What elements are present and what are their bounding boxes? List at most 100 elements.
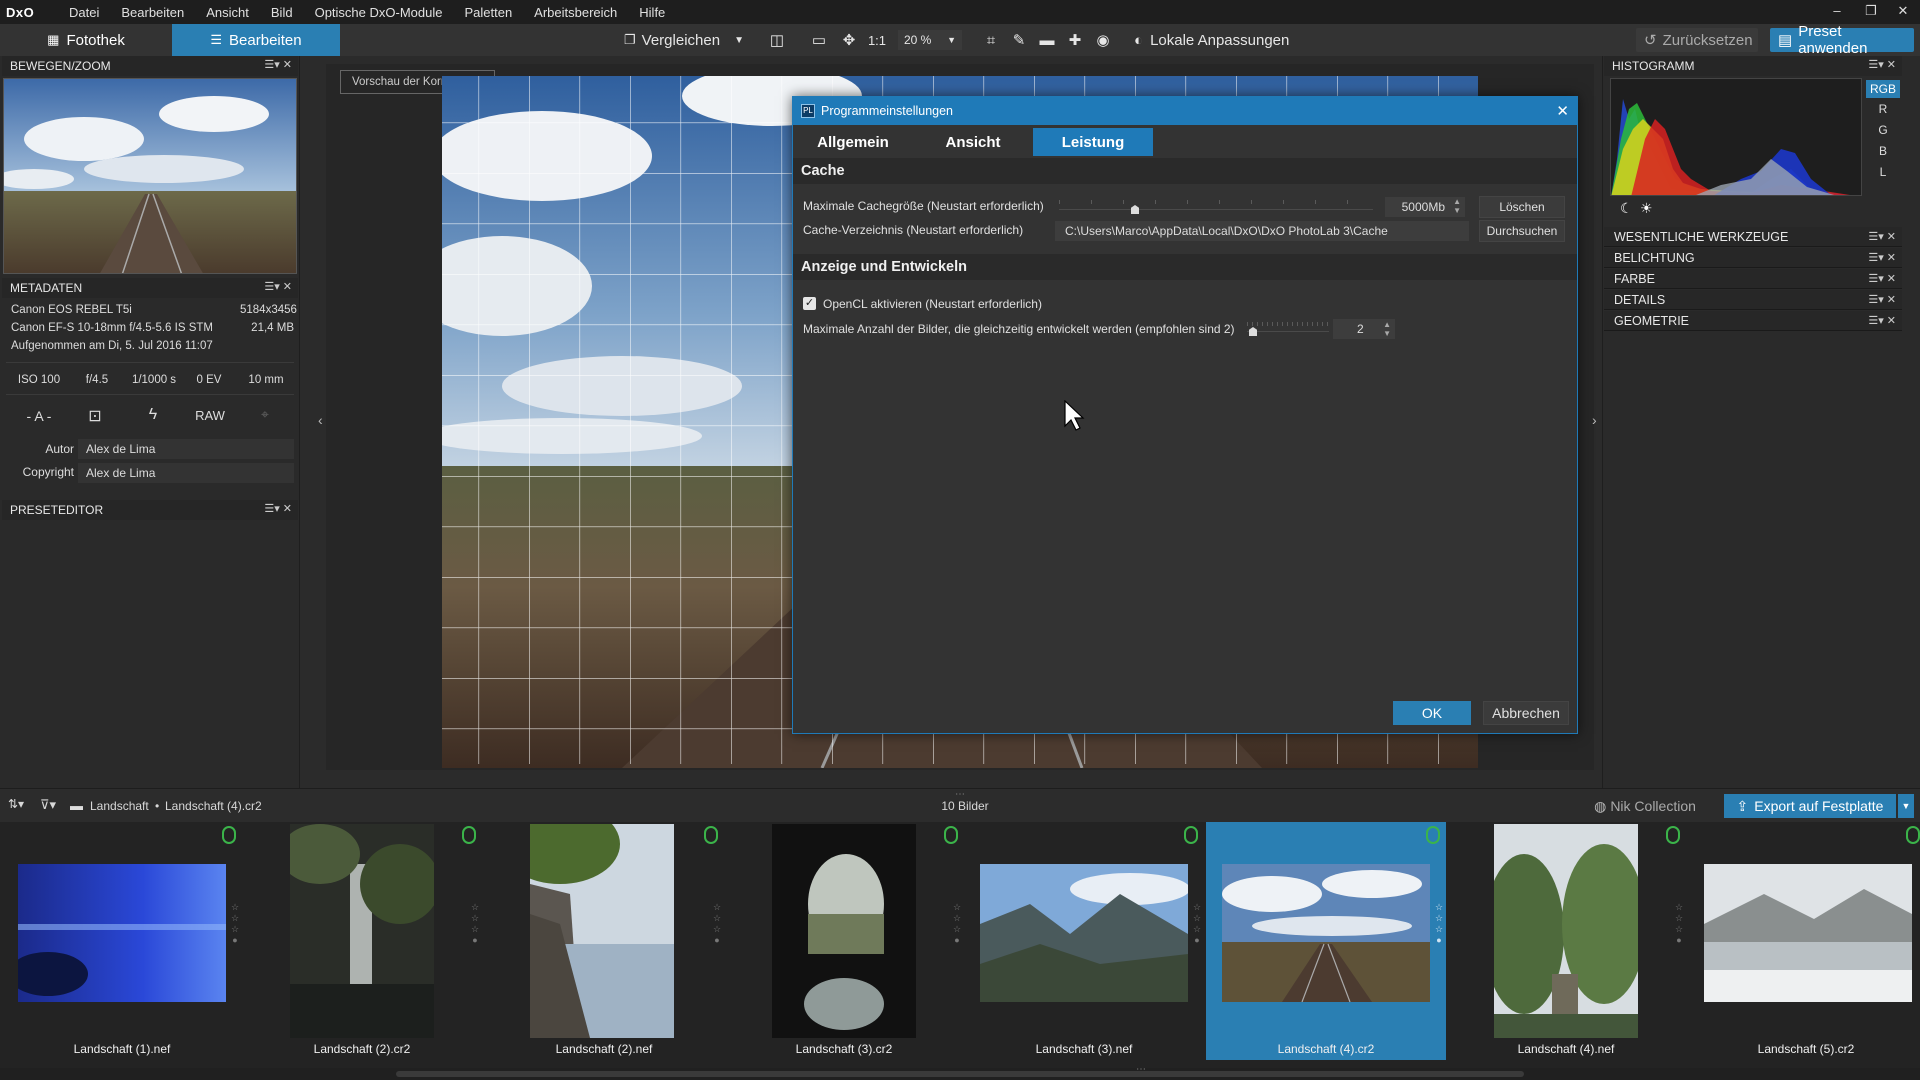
tab-leistung[interactable]: Leistung <box>1033 128 1153 156</box>
channel-b[interactable]: B <box>1866 144 1900 158</box>
reset-button[interactable]: ↺ Zurücksetzen <box>1636 28 1758 52</box>
crop-icon[interactable]: ⌗ <box>980 30 1002 50</box>
apply-preset-button[interactable]: ▤ Preset anwenden <box>1770 23 1914 57</box>
sort-icon[interactable]: ⇅▾ <box>8 797 24 811</box>
white-balance-picker-icon[interactable]: ✎ <box>1008 30 1030 50</box>
minimize-button[interactable]: – <box>1822 0 1852 24</box>
horizon-icon[interactable]: ▬ <box>1036 30 1058 50</box>
filmstrip-scrollbar[interactable]: ⋯ <box>0 1064 1920 1080</box>
close-window-button[interactable]: ✕ <box>1888 0 1918 24</box>
tab-allgemein[interactable]: Allgemein <box>793 128 913 156</box>
panel-menu-close-icon[interactable]: ☰▾ ✕ <box>1868 58 1896 71</box>
channel-g[interactable]: G <box>1866 123 1900 137</box>
ok-button[interactable]: OK <box>1393 701 1471 725</box>
opencl-checkbox[interactable]: ✓ <box>803 297 816 310</box>
resize-handle-icon[interactable]: ⋯ <box>1136 1064 1146 1075</box>
copyright-field[interactable]: Alex de Lima <box>78 463 294 483</box>
pin-icon[interactable] <box>462 826 476 844</box>
move-icon[interactable]: ✥ <box>838 30 860 50</box>
menu-arbeitsbereich[interactable]: Arbeitsbereich <box>523 5 628 20</box>
rating-stars-icon[interactable]: ☆ ☆ ☆ ● <box>952 902 962 946</box>
pin-icon[interactable] <box>704 826 718 844</box>
panel-menu-close-icon[interactable]: ☰▾ ✕ <box>264 502 292 515</box>
menu-optische-module[interactable]: Optische DxO-Module <box>304 5 454 20</box>
cancel-button[interactable]: Abbrechen <box>1483 701 1569 725</box>
spin-arrows-icon[interactable]: ▲ ▼ <box>1383 320 1391 338</box>
channel-r[interactable]: R <box>1866 102 1900 116</box>
collapse-left-icon[interactable]: ‹ <box>318 412 328 428</box>
collapse-right-icon[interactable]: › <box>1592 412 1602 428</box>
filmstrip-thumbnail[interactable]: ☆ ☆ ☆ ● Landschaft (3).nef <box>964 822 1204 1060</box>
fit-view-icon[interactable]: ▭ <box>808 30 830 50</box>
panel-menu-close-icon[interactable]: ☰▾ ✕ <box>1868 314 1896 327</box>
pin-icon[interactable] <box>1184 826 1198 844</box>
author-field[interactable]: Alex de Lima <box>78 439 294 459</box>
filmstrip-thumbnail[interactable]: ☆ ☆ ☆ ● Landschaft (2).cr2 <box>242 822 482 1060</box>
tool-color[interactable]: FARBE ☰▾ ✕ <box>1604 269 1902 289</box>
spin-arrows-icon[interactable]: ▲ ▼ <box>1453 197 1461 215</box>
cache-dir-field[interactable]: C:\Users\Marco\AppData\Local\DxO\DxO Pho… <box>1055 221 1469 241</box>
dialog-titlebar[interactable]: PL Programmeinstellungen ✕ <box>793 97 1577 125</box>
tab-bearbeiten[interactable]: ☰ Bearbeiten <box>172 24 340 56</box>
rating-stars-icon[interactable]: ☆ ☆ ☆ ● <box>470 902 480 946</box>
filter-icon[interactable]: ⊽▾ <box>40 797 56 813</box>
filmstrip-thumbnail-selected[interactable]: ☆ ☆ ☆ ● Landschaft (4).cr2 <box>1206 822 1446 1060</box>
menu-bearbeiten[interactable]: Bearbeiten <box>110 5 195 20</box>
filmstrip-thumbnail[interactable]: ☆ ☆ ☆ ● Landschaft (3).cr2 <box>724 822 964 1060</box>
menu-ansicht[interactable]: Ansicht <box>195 5 260 20</box>
panel-menu-close-icon[interactable]: ☰▾ ✕ <box>1868 251 1896 264</box>
panel-menu-close-icon[interactable]: ☰▾ ✕ <box>1868 293 1896 306</box>
menu-datei[interactable]: Datei <box>58 5 110 20</box>
close-icon[interactable]: ✕ <box>1556 102 1569 120</box>
tool-essentials[interactable]: WESENTLICHE WERKZEUGE ☰▾ ✕ <box>1604 227 1902 247</box>
compare-button[interactable]: ❐ Vergleichen ▼ <box>624 30 754 50</box>
max-cache-spinbox[interactable]: 5000Mb ▲ ▼ <box>1385 197 1465 217</box>
filmstrip-thumbnail[interactable]: ☆ ☆ ☆ ● Landschaft (2).nef <box>484 822 724 1060</box>
pin-icon[interactable] <box>1906 826 1920 844</box>
browse-button[interactable]: Durchsuchen <box>1479 220 1565 242</box>
nik-collection-button[interactable]: ◍ Nik Collection <box>1586 794 1704 818</box>
max-images-spinbox[interactable]: 2 ▲ ▼ <box>1333 319 1395 339</box>
zoom-select[interactable]: 20 % ▼ <box>898 30 962 50</box>
menu-paletten[interactable]: Paletten <box>453 5 523 20</box>
tab-fotothek[interactable]: ▦ Fotothek <box>0 24 172 56</box>
menu-hilfe[interactable]: Hilfe <box>628 5 676 20</box>
repair-icon[interactable]: ✚ <box>1064 30 1086 50</box>
panel-menu-close-icon[interactable]: ☰▾ ✕ <box>264 280 292 293</box>
channel-rgb[interactable]: RGB <box>1866 80 1900 98</box>
clear-cache-button[interactable]: Löschen <box>1479 196 1565 218</box>
tool-details[interactable]: DETAILS ☰▾ ✕ <box>1604 290 1902 310</box>
filmstrip-thumbnail[interactable]: Landschaft (5).cr2 <box>1686 822 1920 1060</box>
moon-icon[interactable]: ☾ <box>1620 200 1633 217</box>
breadcrumb-folder[interactable]: Landschaft <box>90 799 149 813</box>
channel-l[interactable]: L <box>1866 165 1900 179</box>
tab-ansicht[interactable]: Ansicht <box>913 128 1033 156</box>
navigator-thumbnail[interactable] <box>3 78 297 274</box>
preseteditor-header[interactable]: PRESETEDITOR ☰▾ ✕ <box>2 500 298 520</box>
pin-icon[interactable] <box>222 826 236 844</box>
rating-stars-icon[interactable]: ☆ ☆ ☆ ● <box>712 902 722 946</box>
tool-geometry[interactable]: GEOMETRIE ☰▾ ✕ <box>1604 311 1902 331</box>
filmstrip-thumbnail[interactable]: ☆ ☆ ☆ ● Landschaft (1).nef <box>2 822 242 1060</box>
menu-bild[interactable]: Bild <box>260 5 304 20</box>
panel-menu-close-icon[interactable]: ☰▾ ✕ <box>1868 230 1896 243</box>
rating-stars-icon[interactable]: ☆ ☆ ☆ ● <box>230 902 240 946</box>
pin-icon[interactable] <box>944 826 958 844</box>
pin-icon[interactable] <box>1426 826 1440 844</box>
pin-icon[interactable] <box>1666 826 1680 844</box>
eye-icon[interactable]: ◉ <box>1092 30 1114 50</box>
one-to-one-button[interactable]: 1:1 <box>864 30 890 50</box>
local-adjustments-button[interactable]: ◐ Lokale Anpassungen <box>1134 30 1300 50</box>
export-button[interactable]: ⇪ Export auf Festplatte <box>1724 794 1896 818</box>
rating-stars-icon[interactable]: ☆ ☆ ☆ ● <box>1674 902 1684 946</box>
max-cache-slider[interactable] <box>1059 197 1373 215</box>
rating-stars-icon[interactable]: ☆ ☆ ☆ ● <box>1434 902 1444 946</box>
split-view-icon[interactable]: ◫ <box>766 30 788 50</box>
slider-thumb[interactable] <box>1249 327 1257 336</box>
export-dropdown-chevron-icon[interactable]: ▼ <box>1898 794 1914 818</box>
slider-thumb[interactable] <box>1131 205 1139 214</box>
panel-menu-close-icon[interactable]: ☰▾ ✕ <box>1868 272 1896 285</box>
restore-button[interactable]: ❐ <box>1856 0 1886 24</box>
tool-exposure[interactable]: BELICHTUNG ☰▾ ✕ <box>1604 248 1902 268</box>
panel-menu-close-icon[interactable]: ☰▾ ✕ <box>264 58 292 71</box>
